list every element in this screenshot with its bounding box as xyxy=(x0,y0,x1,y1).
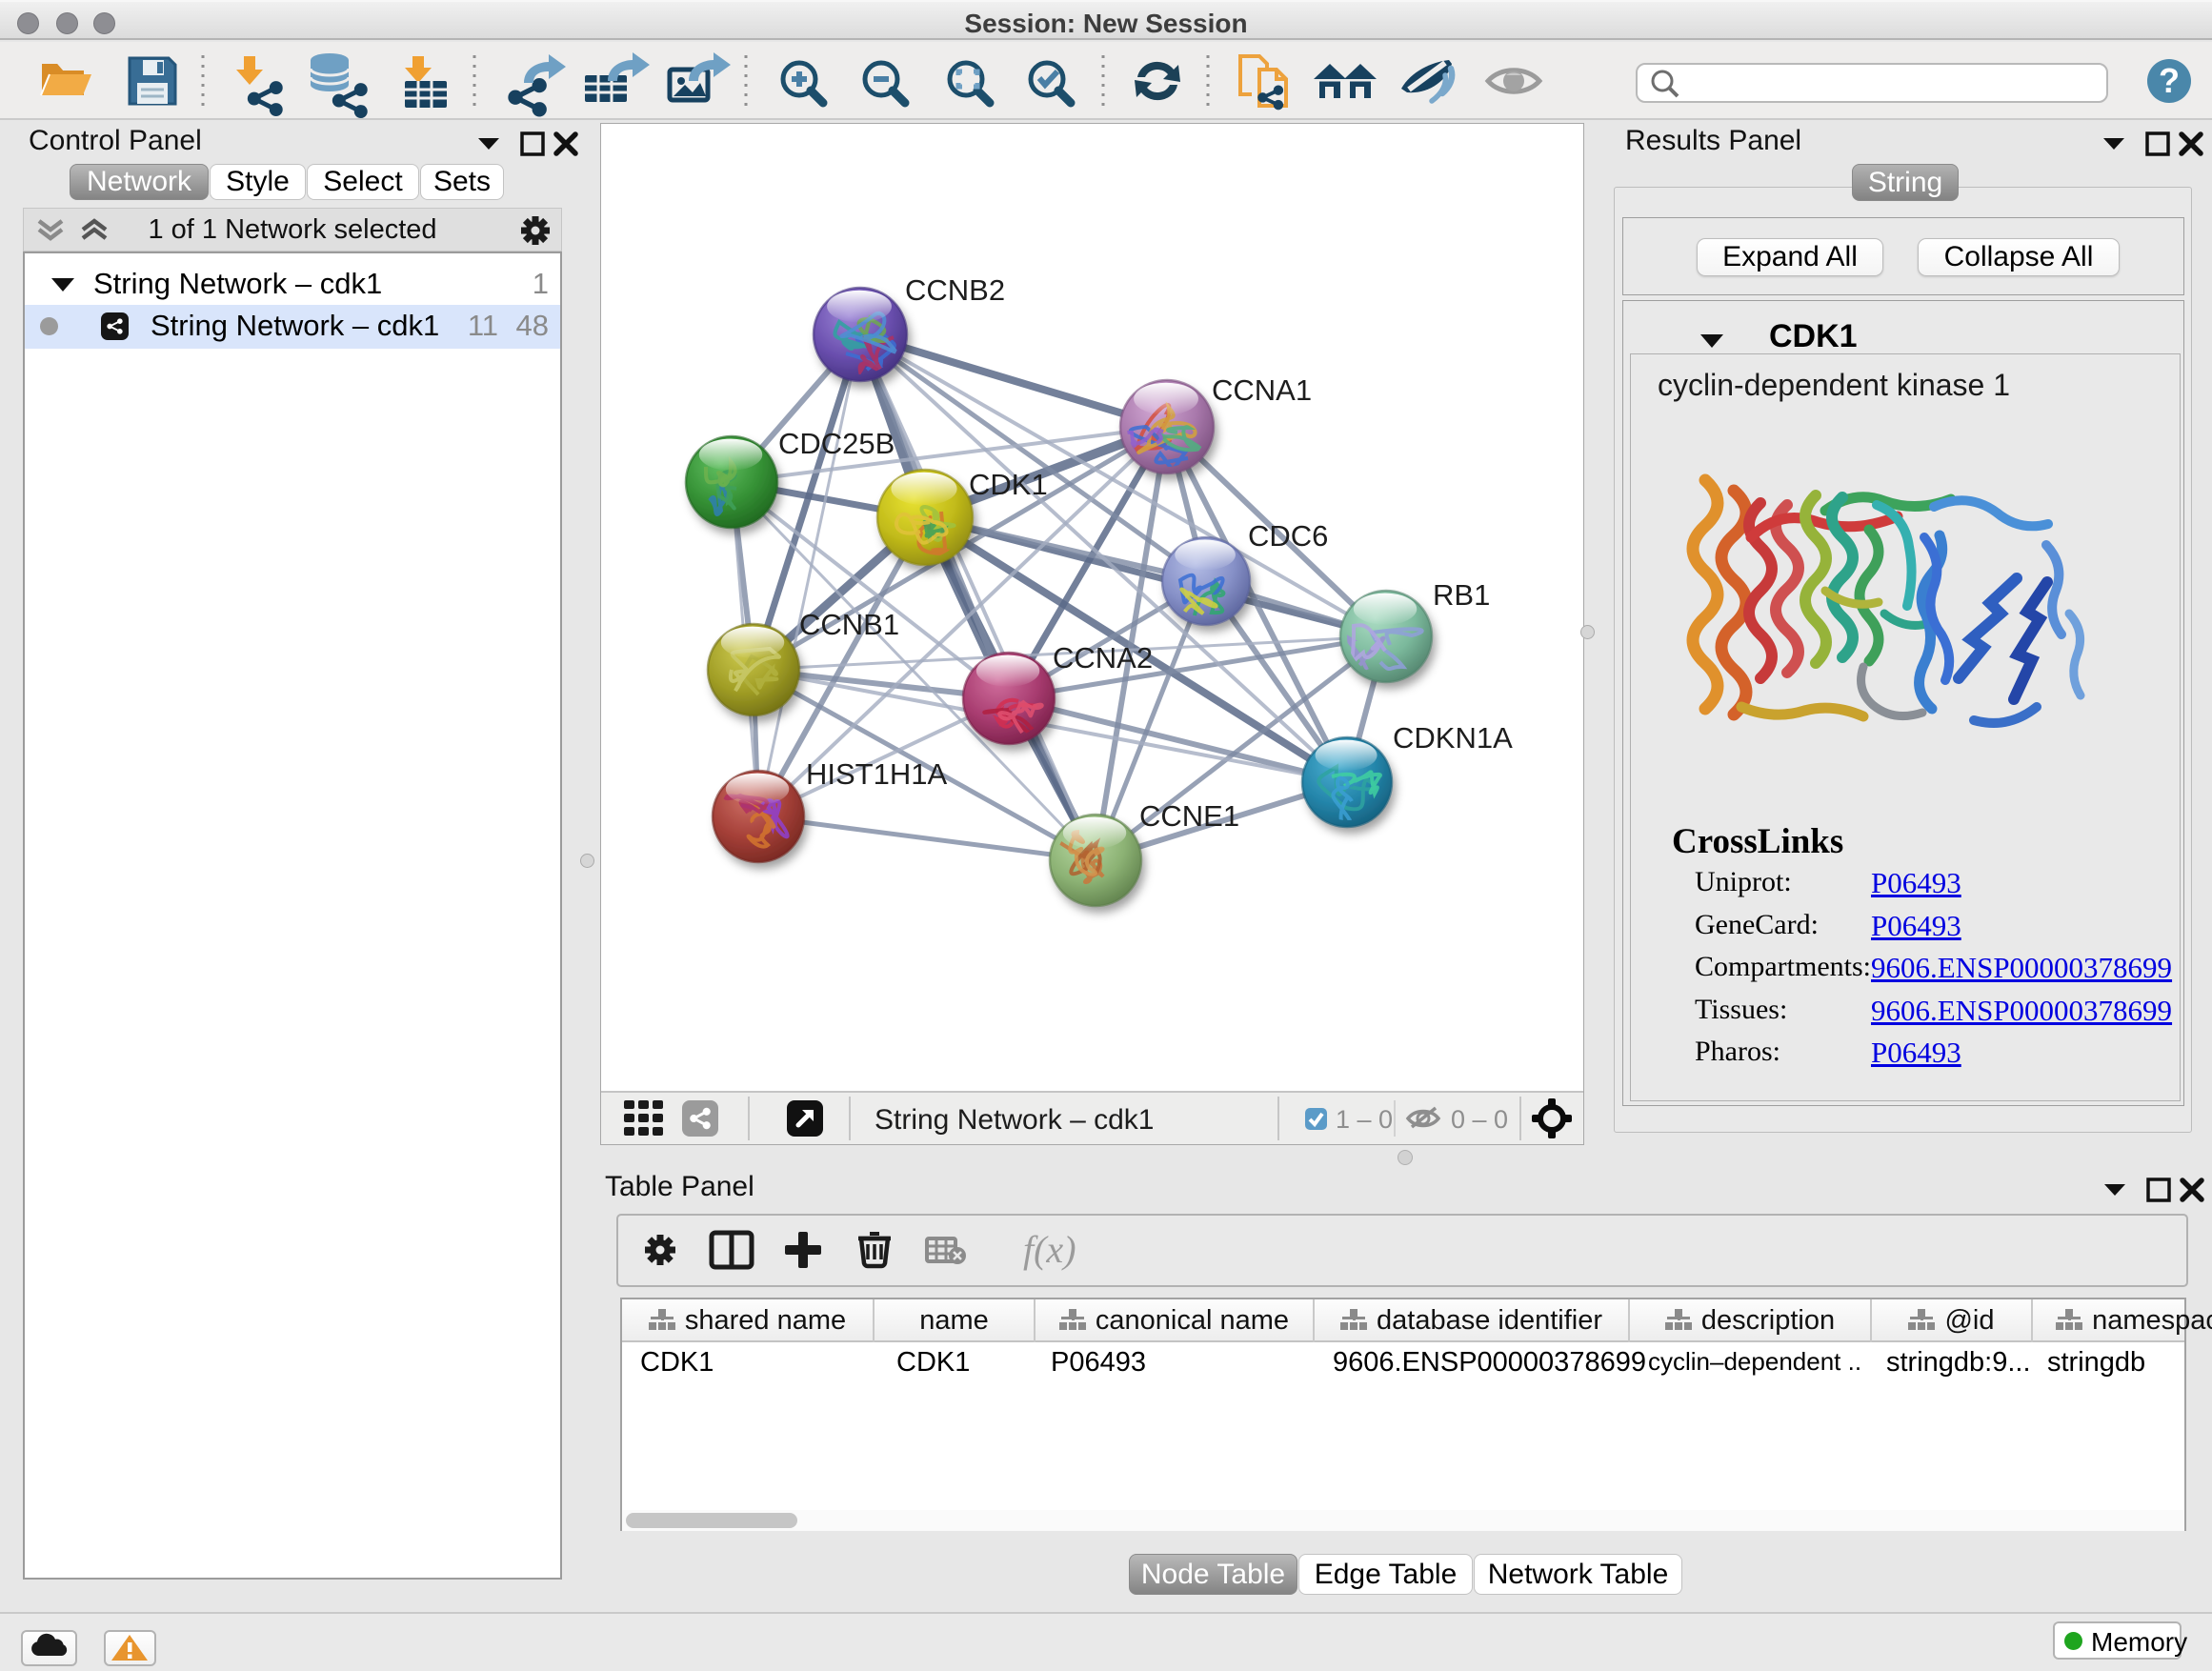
svg-text:CDK1: CDK1 xyxy=(969,468,1048,501)
svg-text:?: ? xyxy=(2159,61,2180,100)
svg-text:RB1: RB1 xyxy=(1433,578,1490,612)
svg-text:CCNE1: CCNE1 xyxy=(1139,799,1239,833)
svg-text:CDKN1A: CDKN1A xyxy=(1393,721,1513,755)
svg-text:0 – 0: 0 – 0 xyxy=(1451,1105,1508,1134)
svg-text:HIST1H1A: HIST1H1A xyxy=(806,757,947,791)
svg-text:String Network – cdk1: String Network – cdk1 xyxy=(875,1104,1154,1136)
svg-text:CCNB2: CCNB2 xyxy=(905,273,1005,307)
svg-text:CCNA2: CCNA2 xyxy=(1053,641,1153,674)
svg-text:CDC6: CDC6 xyxy=(1248,519,1328,553)
svg-text:CCNB1: CCNB1 xyxy=(799,608,899,641)
svg-text:1 – 0: 1 – 0 xyxy=(1336,1105,1393,1134)
svg-text:CDC25B: CDC25B xyxy=(778,427,895,460)
svg-text:f(x): f(x) xyxy=(1023,1228,1076,1271)
svg-text:CCNA1: CCNA1 xyxy=(1212,373,1312,407)
